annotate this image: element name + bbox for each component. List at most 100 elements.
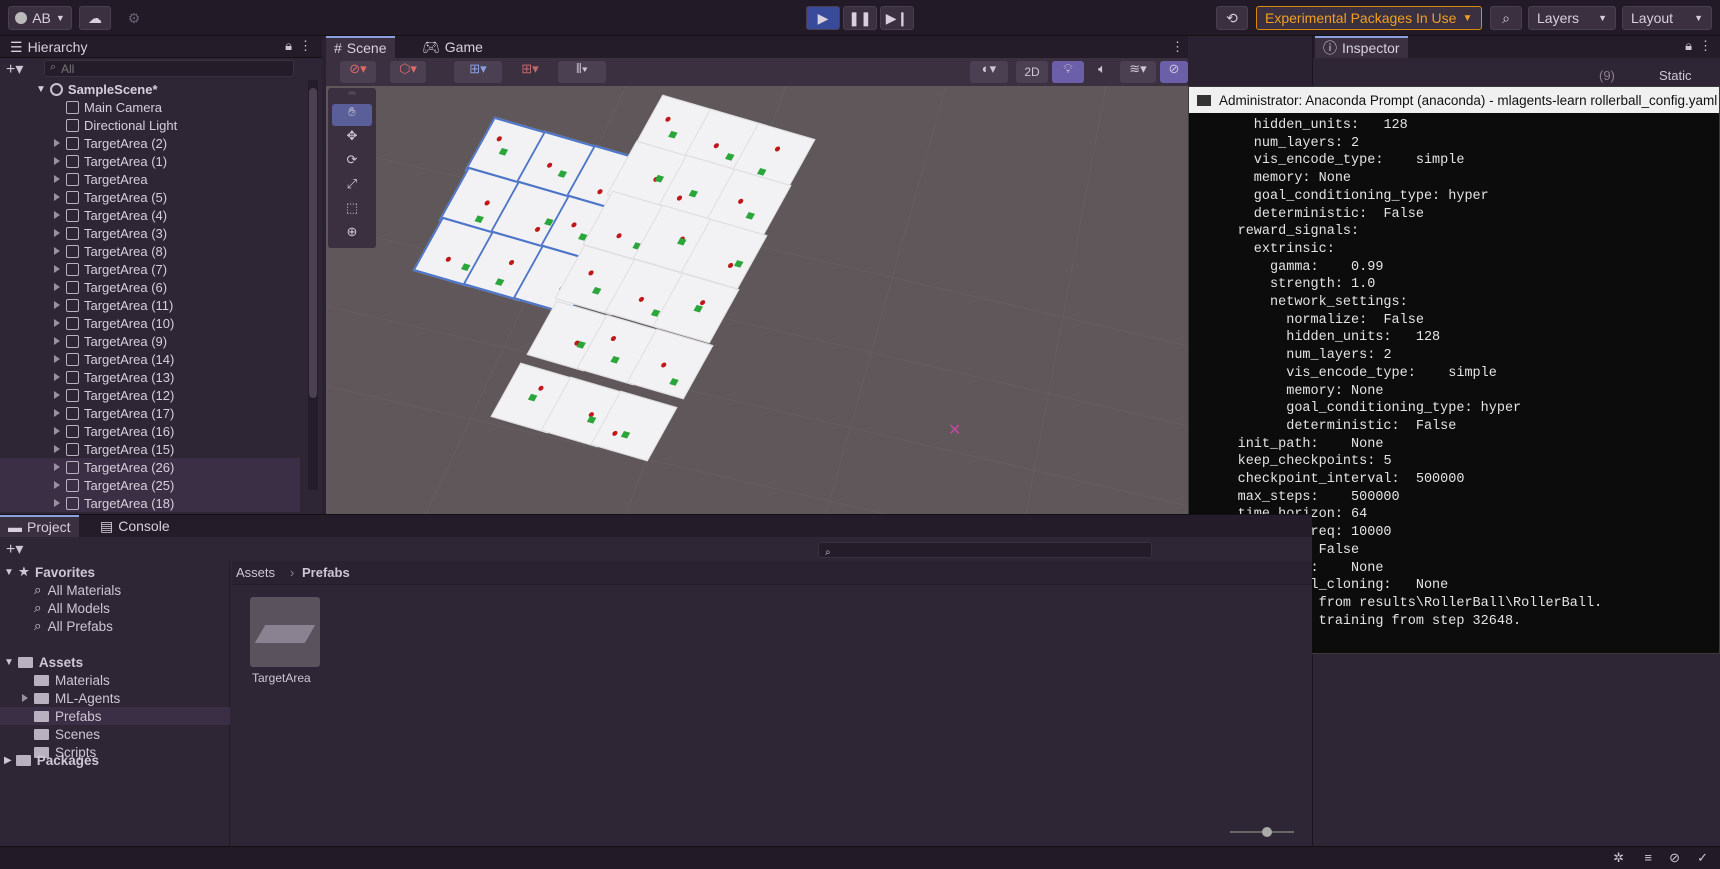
toggle-2d-button[interactable]: 2D	[1016, 61, 1048, 83]
project-search-input[interactable]: ⌕	[818, 542, 1152, 558]
history-button[interactable]: ⟲	[1216, 6, 1248, 30]
prefab-thumbnail[interactable]	[250, 597, 320, 667]
rect-tool-icon[interactable]: ⬚	[332, 200, 372, 222]
asset-folder[interactable]: Prefabs	[0, 707, 230, 725]
expand-arrow-icon[interactable]	[54, 157, 60, 165]
kebab-menu-icon[interactable]: ⋮	[299, 38, 312, 54]
kebab-menu-icon[interactable]: ⋮	[1171, 39, 1184, 55]
hierarchy-item[interactable]: TargetArea	[0, 170, 300, 188]
expand-arrow-icon[interactable]	[54, 139, 60, 147]
lock-icon[interactable]: 🔒︎	[1685, 38, 1692, 54]
asset-folder[interactable]: ML-Agents	[0, 689, 230, 707]
expand-arrow-icon[interactable]	[54, 463, 60, 471]
layers-dropdown[interactable]: Layers ▼	[1528, 6, 1616, 30]
scene-row[interactable]: ▼ SampleScene*	[36, 80, 336, 98]
hierarchy-item[interactable]: TargetArea (4)	[0, 206, 300, 224]
hierarchy-item[interactable]: TargetArea (10)	[0, 314, 300, 332]
expand-arrow-icon[interactable]	[54, 391, 60, 399]
asset-folder[interactable]: Materials	[0, 671, 230, 689]
zoom-slider[interactable]	[1230, 827, 1294, 837]
scene-viewport[interactable]: ✕	[326, 86, 1188, 514]
tab-game[interactable]: 🎮︎ Game	[414, 36, 491, 58]
hierarchy-item[interactable]: TargetArea (7)	[0, 260, 300, 278]
expand-arrow-icon[interactable]	[54, 247, 60, 255]
progress-icon[interactable]: ⊘	[1669, 850, 1680, 866]
favorites-row[interactable]: ▼ ★ Favorites	[4, 563, 95, 581]
experimental-packages-button[interactable]: Experimental Packages In Use ▼	[1256, 6, 1482, 30]
expand-arrow-icon[interactable]	[54, 481, 60, 489]
assets-row[interactable]: ▼ Assets	[4, 653, 83, 671]
account-button[interactable]: AB ▼	[8, 6, 72, 30]
camera-gizmo-icon[interactable]: ✕	[948, 420, 961, 440]
hierarchy-item[interactable]: TargetArea (3)	[0, 224, 300, 242]
hierarchy-item[interactable]: TargetArea (16)	[0, 422, 300, 440]
layers-stack-icon[interactable]: ≡	[1644, 850, 1652, 865]
hierarchy-item[interactable]: TargetArea (2)	[0, 134, 300, 152]
favorite-item[interactable]: ⌕ All Materials	[34, 581, 121, 599]
hierarchy-item[interactable]: TargetArea (1)	[0, 152, 300, 170]
hierarchy-item[interactable]: TargetArea (12)	[0, 386, 300, 404]
breadcrumb-prefabs[interactable]: Prefabs	[302, 565, 350, 580]
expand-arrow-icon[interactable]	[54, 319, 60, 327]
tab-console[interactable]: ▤ Console	[92, 515, 178, 537]
expand-arrow-icon[interactable]	[54, 499, 60, 507]
expand-arrow-icon[interactable]	[54, 175, 60, 183]
plus-icon[interactable]: +▾	[6, 539, 23, 559]
hierarchy-search-input[interactable]	[44, 60, 294, 77]
lock-icon[interactable]: 🔒︎	[285, 38, 292, 54]
asset-folder[interactable]: Scenes	[0, 725, 230, 743]
search-button[interactable]: ⌕	[1490, 6, 1522, 30]
favorite-item[interactable]: ⌕ All Models	[34, 599, 110, 617]
lighting-toggle[interactable]: 💡︎	[1052, 61, 1084, 83]
kebab-menu-icon[interactable]: ⋮	[1699, 38, 1712, 54]
tab-hierarchy[interactable]: ☰ Hierarchy	[2, 36, 95, 58]
hierarchy-item[interactable]: Directional Light	[0, 116, 300, 134]
render-mode-dropdown[interactable]: ⬡▾	[390, 61, 426, 83]
expand-arrow-icon[interactable]	[54, 445, 60, 453]
bug-icon[interactable]: ✲	[1613, 850, 1624, 866]
services-button[interactable]: ⚙	[118, 6, 150, 30]
expand-arrow-icon[interactable]	[54, 301, 60, 309]
favorite-item[interactable]: ⌕ All Prefabs	[34, 617, 113, 635]
expand-arrow-icon[interactable]	[54, 229, 60, 237]
expand-arrow-icon[interactable]	[54, 355, 60, 363]
hierarchy-scrollbar[interactable]	[308, 80, 318, 490]
hierarchy-item[interactable]: TargetArea (15)	[0, 440, 300, 458]
shading-dropdown[interactable]: ◐▾	[970, 61, 1008, 83]
hierarchy-item[interactable]: TargetArea (5)	[0, 188, 300, 206]
expand-arrow-icon[interactable]	[54, 193, 60, 201]
tab-inspector[interactable]: ⓘ Inspector	[1315, 36, 1408, 58]
expand-arrow-icon[interactable]	[54, 373, 60, 381]
hierarchy-item[interactable]: TargetArea (11)	[0, 296, 300, 314]
draw-mode-dropdown[interactable]: ⊘▾	[340, 61, 376, 83]
audio-toggle[interactable]: 🔈︎	[1088, 61, 1116, 83]
transform-tool-icon[interactable]: ⊕	[332, 224, 372, 246]
hierarchy-item[interactable]: TargetArea (9)	[0, 332, 300, 350]
grid-snap-button[interactable]: ⊞▾	[454, 61, 502, 83]
breadcrumb-assets[interactable]: Assets	[236, 565, 275, 580]
effects-dropdown[interactable]: ≋▾	[1120, 61, 1156, 83]
expand-arrow-icon[interactable]	[54, 265, 60, 273]
rotate-tool-icon[interactable]: ⟳	[332, 152, 372, 174]
expand-arrow-icon[interactable]	[54, 409, 60, 417]
expand-arrow-icon[interactable]	[22, 694, 28, 702]
tab-scene[interactable]: # Scene	[326, 36, 395, 58]
plus-icon[interactable]: +▾	[6, 59, 23, 79]
hierarchy-item[interactable]: TargetArea (14)	[0, 350, 300, 368]
packages-row[interactable]: ▶ Packages	[4, 751, 99, 769]
move-tool-icon[interactable]: ✥	[332, 128, 372, 150]
grid-visibility-button[interactable]: ⦀▾	[558, 61, 606, 83]
hierarchy-item[interactable]: TargetArea (17)	[0, 404, 300, 422]
expand-arrow-icon[interactable]	[54, 427, 60, 435]
step-button[interactable]: ▶❙	[880, 6, 914, 30]
pause-button[interactable]: ❚❚	[843, 6, 877, 30]
hierarchy-item[interactable]: Main Camera	[0, 98, 300, 116]
cloud-button[interactable]: ☁	[79, 6, 111, 30]
check-icon[interactable]: ✓	[1697, 850, 1708, 866]
hierarchy-item[interactable]: TargetArea (26)	[0, 458, 300, 476]
terminal-titlebar[interactable]: Administrator: Anaconda Prompt (anaconda…	[1189, 87, 1719, 113]
hidden-objects-toggle[interactable]: ⊘	[1160, 61, 1188, 83]
hand-tool-icon[interactable]: ✋︎	[332, 104, 372, 126]
snap-increment-button[interactable]: ⊞▾	[506, 61, 554, 83]
hierarchy-item[interactable]: TargetArea (18)	[0, 494, 300, 512]
